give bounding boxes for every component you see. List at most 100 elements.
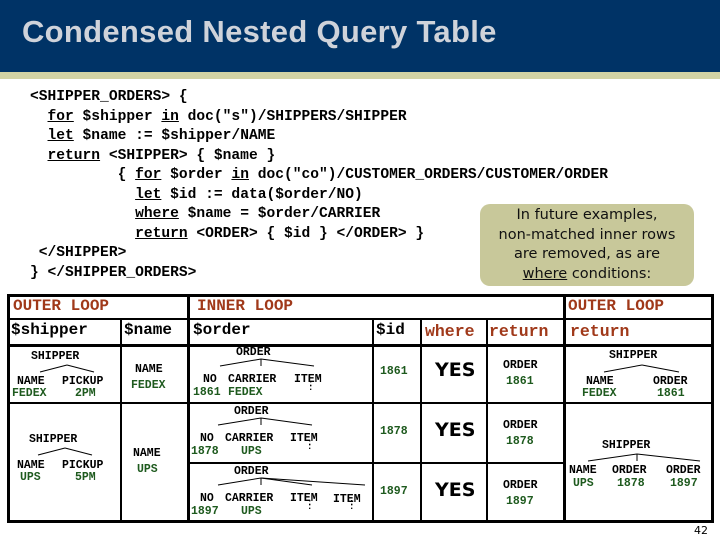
code-keyword: in <box>231 167 249 183</box>
shipper-value-name: UPS <box>20 471 41 484</box>
code-text: $shipper <box>73 108 162 125</box>
outer-return-root: SHIPPER <box>602 439 651 452</box>
callout-line: where conditions: <box>480 265 694 285</box>
name-value: UPS <box>137 463 158 476</box>
tree-branch-lines <box>39 364 95 373</box>
outer-return-value-order: 1878 <box>617 477 645 490</box>
where-result: YES <box>435 359 476 381</box>
return-value: 1878 <box>506 435 534 448</box>
column-header-return-inner: return <box>489 322 549 341</box>
column-divider <box>120 318 122 523</box>
code-text: $name = $order/CARRIER <box>178 206 381 222</box>
ellipsis-vertical-icon: :: <box>307 498 313 512</box>
outer-return-value-name: UPS <box>573 477 594 490</box>
order-field-item: ITEM <box>333 493 361 506</box>
row-divider <box>7 402 190 404</box>
order-value-carrier: FEDEX <box>228 386 263 399</box>
code-text: <SHIPPER> { $name } <box>100 147 276 164</box>
shipper-value-name: FEDEX <box>12 387 47 400</box>
return-label: ORDER <box>503 419 538 432</box>
shipper-value-pickup: 2PM <box>75 387 96 400</box>
header-inner-loop: INNER LOOP <box>197 297 294 315</box>
callout-keyword-where: where <box>522 265 568 282</box>
title-bar: Condensed Nested Query Table <box>0 0 720 72</box>
tree-branch-lines <box>603 364 680 373</box>
outer-return-field-name: NAME <box>569 464 597 477</box>
table-border-right <box>711 294 714 523</box>
outer-return-value-order: 1861 <box>657 387 685 400</box>
where-result: YES <box>435 479 476 501</box>
header-divider <box>7 318 714 320</box>
code-keyword: return <box>47 147 101 164</box>
header-outer-loop-left: OUTER LOOP <box>13 297 110 315</box>
code-keyword: let <box>135 186 162 203</box>
order-field-item: ITEM <box>290 492 318 505</box>
ellipsis-vertical-icon: :: <box>307 438 313 452</box>
order-field-no: NO <box>200 492 214 505</box>
code-text: { <box>30 167 136 183</box>
tree-branch-lines <box>217 417 313 426</box>
callout-line: In future examples, <box>516 207 658 223</box>
code-keyword: for <box>135 167 162 183</box>
code-line: return <SHIPPER> { $name } <box>30 147 608 167</box>
outer-return-field-order: ORDER <box>612 464 647 477</box>
title-stripe <box>0 72 720 79</box>
tree-branch-lines <box>587 453 701 462</box>
order-field-carrier: CARRIER <box>228 373 277 386</box>
column-header-name: $name <box>124 321 173 339</box>
column-header-return-outer: return <box>570 322 630 341</box>
row-divider <box>563 402 714 404</box>
shipper-tree-root: SHIPPER <box>31 350 80 363</box>
table-border-left <box>7 294 10 523</box>
row-divider <box>187 462 566 464</box>
outer-return-field-order: ORDER <box>666 464 701 477</box>
tree-branch-lines <box>219 358 315 367</box>
tree-branch-lines <box>37 447 93 456</box>
column-divider <box>486 318 488 523</box>
code-text: $id := data($order/NO) <box>161 186 363 203</box>
page-title: Condensed Nested Query Table <box>22 14 497 49</box>
code-keyword: where <box>135 206 179 222</box>
column-header-shipper: $shipper <box>11 321 88 339</box>
code-line: for $shipper in doc("s")/SHIPPERS/SHIPPE… <box>30 108 608 128</box>
code-text: doc("co")/CUSTOMER_ORDERS/CUSTOMER/ORDER <box>248 167 609 183</box>
callout-line: are removed, as are <box>513 246 661 262</box>
order-field-no: NO <box>200 432 214 445</box>
order-value-carrier: UPS <box>241 445 262 458</box>
order-field-carrier: CARRIER <box>225 432 274 445</box>
column-header-where: where <box>425 322 475 341</box>
code-text: <SHIPPER_ORDERS> { <box>30 89 188 105</box>
return-label: ORDER <box>503 359 538 372</box>
order-field-item: ITEM <box>290 432 318 445</box>
column-header-id: $id <box>376 321 405 339</box>
id-value: 1897 <box>380 485 408 498</box>
column-divider <box>420 318 422 523</box>
id-value: 1861 <box>380 365 408 378</box>
code-keyword: in <box>161 108 179 125</box>
code-line: let $name := $shipper/NAME <box>30 127 608 147</box>
return-label: ORDER <box>503 479 538 492</box>
order-field-carrier: CARRIER <box>225 492 274 505</box>
name-label: NAME <box>135 363 163 376</box>
where-result: YES <box>435 419 476 441</box>
code-text: doc("s")/SHIPPERS/SHIPPER <box>178 108 407 125</box>
id-value: 1878 <box>380 425 408 438</box>
ellipsis-vertical-icon: :: <box>349 498 355 512</box>
tree-branch-lines <box>217 477 366 486</box>
code-line: <SHIPPER_ORDERS> { <box>30 88 608 108</box>
return-value: 1897 <box>506 495 534 508</box>
shipper-value-pickup: 5PM <box>75 471 96 484</box>
code-text: <ORDER> { $id } </ORDER> } <box>187 225 425 242</box>
order-value-no: 1861 <box>193 386 221 399</box>
header-divider <box>7 344 714 347</box>
group-divider <box>187 294 190 523</box>
row-divider <box>187 402 566 404</box>
group-divider <box>563 294 566 523</box>
order-field-no: NO <box>203 373 217 386</box>
